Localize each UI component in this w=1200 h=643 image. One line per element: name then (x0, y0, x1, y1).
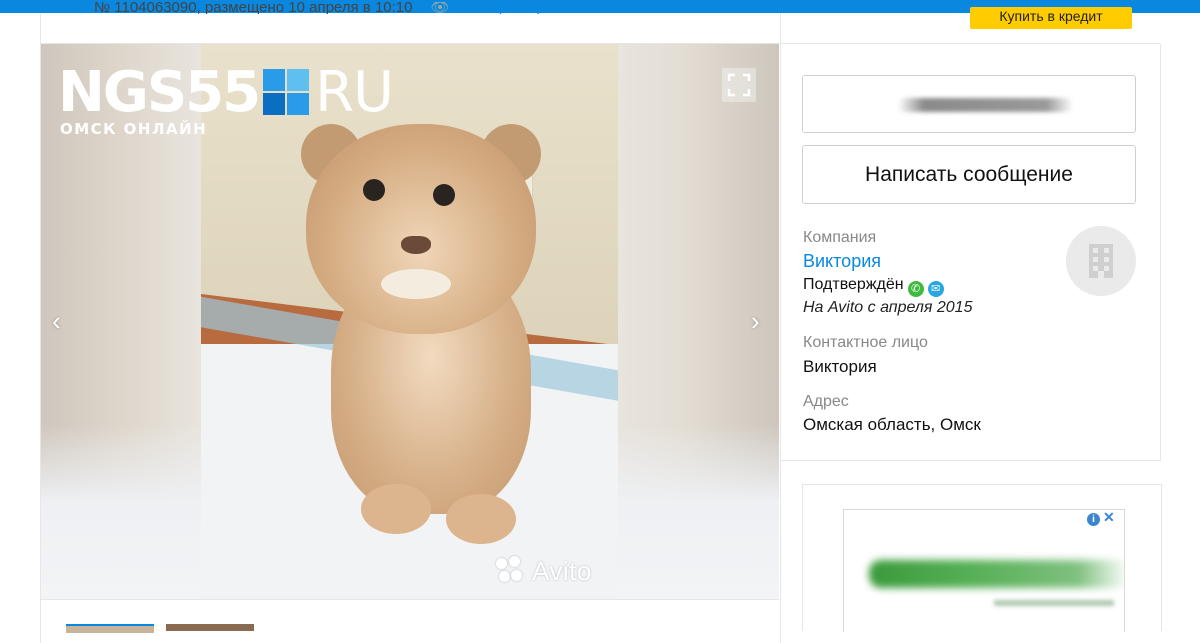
prev-photo-arrow[interactable]: ‹ (52, 306, 61, 337)
on-avito-since: На Avito с апреля 2015 (803, 299, 973, 316)
address-label: Адрес (803, 393, 849, 410)
ad-controls: i ✕ (1087, 509, 1115, 526)
contact-person-label: Контактное лицо (803, 334, 928, 351)
thumbnail-strip (41, 599, 779, 633)
write-message-button[interactable]: Написать сообщение (802, 145, 1136, 204)
logo-brand-left: NGS55 (58, 60, 261, 125)
avito-logo-icon (496, 556, 526, 586)
verified-label: Подтверждён (803, 276, 904, 293)
phone-number-blurred (898, 98, 1073, 112)
credit-button-label: Купить в кредит (999, 8, 1103, 24)
main-photo[interactable] (201, 44, 618, 599)
company-building-icon (1066, 226, 1136, 296)
contact-person-name: Виктория (803, 357, 877, 376)
phone-verified-icon: ✆ (907, 281, 924, 297)
lion-cub-head (306, 124, 536, 334)
mail-verified-icon: ✉ (927, 281, 944, 297)
company-label: Компания (803, 229, 877, 246)
company-name-link[interactable]: Виктория (803, 251, 881, 272)
views-count[interactable]: 1010 (+101) (460, 2, 541, 14)
listing-number: № 1104063090, размещено 10 апреля в 10:1… (94, 2, 413, 14)
show-phone-button[interactable] (802, 75, 1136, 133)
ad-container: i ✕ (802, 484, 1162, 632)
eye-icon: 👁 (430, 2, 450, 14)
avito-watermark: Avito (532, 556, 592, 586)
buy-on-credit-button[interactable]: Купить в кредит (970, 7, 1132, 29)
listing-meta: № 1104063090, размещено 10 апреля в 10:1… (94, 2, 541, 14)
verified-row: Подтверждён ✆ ✉ (803, 276, 944, 297)
thumbnail-active[interactable] (66, 624, 154, 633)
ad-close-icon[interactable]: ✕ (1103, 509, 1115, 525)
next-photo-arrow[interactable]: › (751, 306, 760, 337)
ad-info-icon[interactable]: i (1087, 513, 1100, 526)
ngs55-logo: NGS55 RU ОМСК ОНЛАЙН (58, 60, 394, 138)
address-value: Омская область, Омск (803, 415, 981, 434)
ad-banner[interactable] (843, 509, 1125, 632)
fullscreen-icon[interactable] (722, 68, 756, 102)
logo-tagline: ОМСК ОНЛАЙН (60, 120, 208, 138)
logo-square-icon (263, 69, 311, 117)
logo-brand-right: RU (315, 60, 394, 125)
